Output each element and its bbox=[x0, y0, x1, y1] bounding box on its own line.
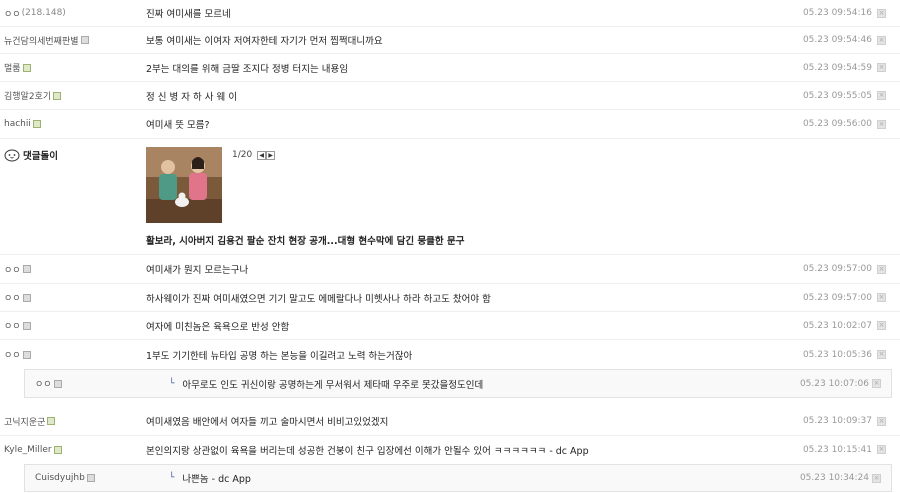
comment-text: 2부는 대의를 위해 금딸 조지다 정병 터지는 내용임 bbox=[146, 63, 348, 75]
comment-row: 멀룸 2부는 대의를 위해 금딸 조지다 정병 터지는 내용임 05.23 09… bbox=[0, 54, 900, 82]
comment-text: 여미새 뜻 모름? bbox=[146, 120, 210, 131]
gallery-icon bbox=[47, 417, 56, 425]
comment-date: 05.23 10:05:36 bbox=[802, 349, 872, 360]
comment-text: 여자에 미친놈은 육욕으로 반성 안함 bbox=[146, 321, 290, 333]
reply-arrow-icon: └ bbox=[169, 473, 175, 483]
comment-date: 05.23 10:02:07 bbox=[802, 320, 872, 331]
gallery-icon bbox=[22, 265, 31, 273]
bot-face-icon bbox=[4, 149, 20, 162]
comment-row: ㅇㅇ 하사웨이가 진짜 여미새였으면 기기 말고도 에메랄다나 미헷사나 하라 … bbox=[0, 284, 900, 312]
comment-date: 05.23 09:57:00 bbox=[802, 264, 872, 274]
comment-nick[interactable]: Kyle_Miller bbox=[4, 445, 52, 455]
comment-row: ㅇㅇ 여미새가 뭔지 모르는구나 05.23 09:57:00 × bbox=[0, 255, 900, 284]
delete-icon[interactable]: × bbox=[877, 120, 886, 129]
comment-row: ㅇㅇ 1부도 기기한테 뉴타입 공명 하는 본능을 이길려고 노력 하는거잖아 … bbox=[0, 340, 900, 369]
comment-date: 05.23 10:07:06 bbox=[799, 378, 869, 389]
comment-list: ㅇㅇ (218.148) 진짜 여미새를 모르네 05.23 09:54:16 ×… bbox=[0, 0, 900, 493]
comment-ip: (218.148) bbox=[21, 8, 66, 18]
gallery-icon bbox=[32, 120, 41, 128]
delete-icon[interactable]: × bbox=[877, 445, 886, 454]
news-headline[interactable]: 활보라, 시아버지 김용건 팔순 잔치 현장 공개...대형 현수막에 담긴 뭉… bbox=[146, 233, 464, 247]
delete-icon[interactable]: × bbox=[877, 321, 886, 330]
next-button[interactable]: ▶ bbox=[266, 150, 276, 160]
gallery-icon bbox=[53, 446, 62, 454]
comment-row: 뉴건담의세번째판별 보통 여미새는 이여자 저여자한테 자기가 먼저 찝쩍대니까… bbox=[0, 27, 900, 54]
comment-date: 05.23 09:57:00 bbox=[802, 292, 872, 303]
comment-nick[interactable]: hachii bbox=[4, 119, 31, 129]
comment-row: 고닉지운군 여미새였음 배안에서 여자들 끼고 술마시면서 비비고있었겠지 05… bbox=[0, 407, 900, 436]
delete-icon[interactable]: × bbox=[877, 265, 886, 274]
comment-nick[interactable]: ㅇㅇ bbox=[4, 7, 21, 20]
comment-date: 05.23 10:09:37 bbox=[802, 416, 872, 426]
delete-icon[interactable]: × bbox=[872, 379, 881, 388]
comment-text: 1부도 기기한테 뉴타입 공명 하는 본능을 이길려고 노력 하는거잖아 bbox=[146, 350, 413, 362]
comment-nick[interactable]: ㅇㅇ bbox=[4, 348, 21, 361]
comment-text: 본인의지랑 상관없이 육욕을 버리는데 성공한 건붕이 친구 입장에선 이해가 … bbox=[146, 446, 589, 457]
comment-bot-ad: 댓글돌이 1/20 ◀ ▶ 활보라, 시아버지 김용건 팔순 잔치 현장 공개.… bbox=[0, 139, 900, 255]
gallery-icon bbox=[53, 91, 62, 100]
comment-nick[interactable]: ㅇㅇ bbox=[4, 291, 21, 304]
comment-row: 김행알2호기 정 신 병 자 하 사 웨 이 05.23 09:55:05 × bbox=[0, 82, 900, 110]
comment-date: 05.23 10:15:41 bbox=[802, 445, 872, 455]
news-thumbnail[interactable] bbox=[146, 147, 222, 223]
comment-text: 나쁜놈 - dc App bbox=[182, 474, 251, 485]
comment-text: 보통 여미새는 이여자 저여자한테 자기가 먼저 찝쩍대니까요 bbox=[146, 36, 383, 47]
delete-icon[interactable]: × bbox=[877, 417, 886, 426]
delete-icon[interactable]: × bbox=[872, 474, 881, 483]
comment-date: 05.23 09:55:05 bbox=[802, 90, 872, 101]
delete-icon[interactable]: × bbox=[877, 91, 886, 100]
comment-nick[interactable]: 멀룸 bbox=[4, 61, 21, 74]
comment-date: 05.23 10:34:24 bbox=[799, 473, 869, 483]
reply-row: Cuisdyujhb └ 나쁜놈 - dc App 05.23 10:34:24 … bbox=[24, 464, 892, 492]
gallery-icon bbox=[86, 474, 95, 482]
comment-text: 정 신 병 자 하 사 웨 이 bbox=[146, 91, 238, 103]
gallery-icon bbox=[22, 350, 31, 359]
comment-row: Kyle_Miller 본인의지랑 상관없이 육욕을 버리는데 성공한 건붕이 … bbox=[0, 436, 900, 464]
delete-icon[interactable]: × bbox=[877, 293, 886, 302]
comment-text: 진짜 여미새를 모르네 bbox=[146, 9, 231, 20]
comment-date: 05.23 09:54:59 bbox=[802, 62, 872, 73]
delete-icon[interactable]: × bbox=[877, 9, 886, 18]
comment-nick[interactable]: ㅇㅇ bbox=[35, 377, 52, 390]
page-indicator: 1/20 bbox=[232, 150, 253, 160]
comment-text: 아무로도 인도 귀신이랑 공명하는게 무서워서 제타때 우주로 못갔을정도인데 bbox=[182, 379, 484, 391]
comment-date: 05.23 09:54:46 bbox=[802, 35, 872, 45]
gallery-icon bbox=[53, 379, 62, 388]
comment-row: hachii 여미새 뜻 모름? 05.23 09:56:00 × bbox=[0, 110, 900, 139]
gallery-icon bbox=[80, 36, 89, 44]
bot-name: 댓글돌이 bbox=[23, 151, 58, 162]
comment-nick[interactable]: ㅇㅇ bbox=[4, 319, 21, 332]
comment-text: 여미새가 뭔지 모르는구나 bbox=[146, 265, 249, 276]
comment-nick[interactable]: 고닉지운군 bbox=[4, 415, 45, 428]
reply-arrow-icon: └ bbox=[169, 378, 175, 389]
delete-icon[interactable]: × bbox=[877, 36, 886, 45]
comment-date: 05.23 09:54:16 bbox=[802, 8, 872, 18]
gallery-icon bbox=[22, 321, 31, 330]
delete-icon[interactable]: × bbox=[877, 350, 886, 359]
comment-nick[interactable]: 김행알2호기 bbox=[4, 89, 51, 102]
comment-row: ㅇㅇ 여자에 미친놈은 육욕으로 반성 안함 05.23 10:02:07 × bbox=[0, 312, 900, 340]
prev-button[interactable]: ◀ bbox=[257, 150, 267, 160]
comment-text: 하사웨이가 진짜 여미새였으면 기기 말고도 에메랄다나 미헷사나 하라 하고도… bbox=[146, 293, 491, 305]
gallery-icon bbox=[22, 63, 31, 72]
delete-icon[interactable]: × bbox=[877, 63, 886, 72]
gallery-icon bbox=[22, 293, 31, 302]
comment-text: 여미새였음 배안에서 여자들 끼고 술마시면서 비비고있었겠지 bbox=[146, 417, 389, 428]
comment-nick[interactable]: 뉴건담의세번째판별 bbox=[4, 34, 79, 47]
reply-row: ㅇㅇ └ 아무로도 인도 귀신이랑 공명하는게 무서워서 제타때 우주로 못갔을정… bbox=[24, 369, 892, 398]
comment-nick[interactable]: Cuisdyujhb bbox=[35, 473, 85, 483]
ad-pager: 1/20 ◀ ▶ bbox=[232, 150, 276, 160]
comment-date: 05.23 09:56:00 bbox=[802, 119, 872, 129]
comment-row: ㅇㅇ (218.148) 진짜 여미새를 모르네 05.23 09:54:16 × bbox=[0, 0, 900, 27]
comment-nick[interactable]: ㅇㅇ bbox=[4, 263, 21, 276]
